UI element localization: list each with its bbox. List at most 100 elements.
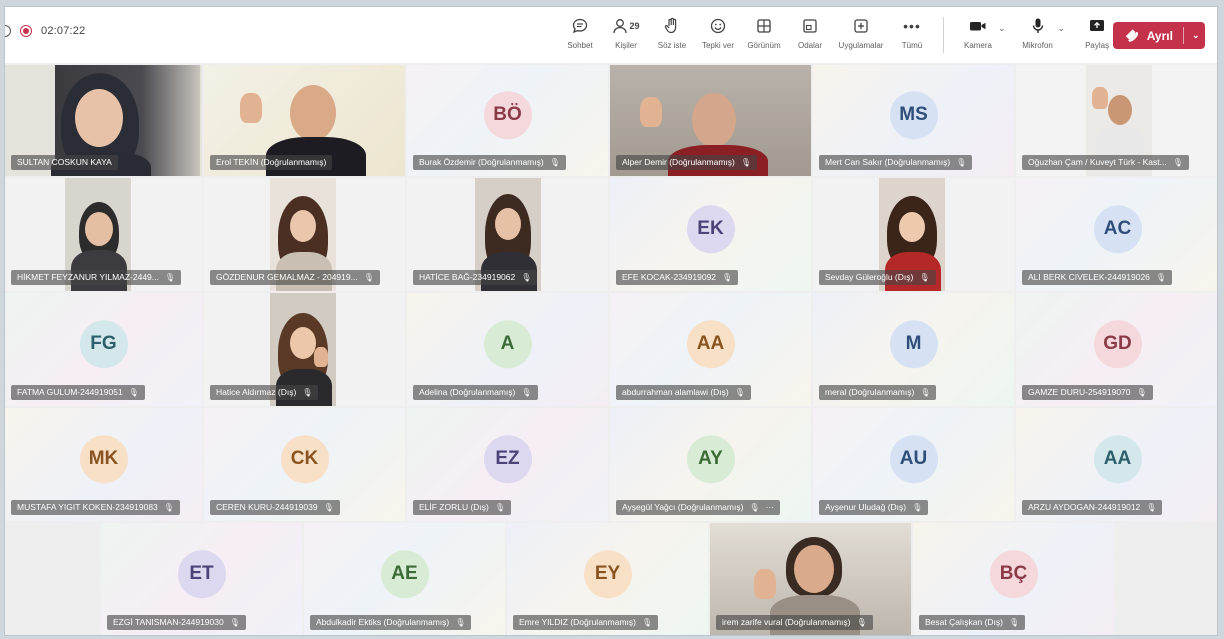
microphone-button[interactable]: Mikrofon <box>1012 13 1064 53</box>
participant-tile[interactable]: SULTAN COSKUN KAYA <box>5 65 202 176</box>
participant-name: Oğuzhan Çam / Kuveyt Türk - Kast... 🎙 <box>1022 155 1189 170</box>
mic-muted-icon: 🎙 <box>323 503 334 512</box>
participant-name: CEREN KURU-244919039 🎙 <box>210 500 340 515</box>
participant-tile[interactable]: MS Mert Can Sakır (Doğrulanmamış) 🎙 <box>813 65 1014 176</box>
apps-button[interactable]: Uygulamalar <box>833 13 889 53</box>
mic-muted-icon: 🎙 <box>521 388 532 397</box>
participant-tile[interactable]: AY Ayşegül Yağcı (Doğrulanmamış) 🎙 ··· <box>610 408 811 521</box>
camera-options-chevron-icon[interactable]: ⌄ <box>998 23 1006 53</box>
share-icon <box>1088 13 1106 39</box>
participant-tile[interactable]: AA abdurrahman alamlawi (Dış) 🎙 <box>610 293 811 406</box>
mic-muted-icon: 🎙 <box>722 273 733 282</box>
mic-muted-icon: 🎙 <box>1172 158 1183 167</box>
shield-icon <box>5 25 11 37</box>
avatar: BÇ <box>989 549 1038 598</box>
participant-tile[interactable]: GÖZDENUR GEMALMAZ - 204919... 🎙 <box>204 178 405 291</box>
participant-name: GAMZE DURU-254919070 🎙 <box>1022 385 1153 400</box>
leave-button[interactable]: ☎ Ayrıl ⌄ <box>1113 22 1205 49</box>
participant-tile[interactable]: irem zarife vural (Doğrulanmamış) 🎙 <box>710 523 911 635</box>
avatar: EY <box>583 549 632 598</box>
toolbar-divider <box>943 17 944 53</box>
mic-muted-icon: 🎙 <box>1146 503 1157 512</box>
rooms-icon <box>801 13 819 39</box>
participant-tile[interactable]: BÖ Burak Özdemir (Doğrulanmamış) 🎙 <box>407 65 608 176</box>
participant-name: Sevday Güleroğlu (Dış) 🎙 <box>819 270 936 285</box>
mic-muted-icon: 🎙 <box>956 158 967 167</box>
participant-count: 29 <box>629 21 640 31</box>
recording-indicator: 02:07:22 <box>5 25 85 37</box>
avatar: MK <box>79 434 128 483</box>
mic-muted-icon: 🎙 <box>912 503 923 512</box>
participant-tile[interactable]: M meral (Doğrulanmamış) 🎙 <box>813 293 1014 406</box>
participant-tile[interactable]: FG FATMA GULUM-244919051 🎙 <box>5 293 202 406</box>
mic-muted-icon: 🎙 <box>1008 618 1020 627</box>
chat-button[interactable]: Sohbet <box>557 13 603 53</box>
participant-tile[interactable]: A Adelina (Doğrulanmamış) 🎙 <box>407 293 608 406</box>
participant-tile[interactable]: AA ARZU AYDOGAN-244919012 🎙 <box>1016 408 1217 521</box>
more-icon: ••• <box>903 18 921 34</box>
microphone-options-chevron-icon[interactable]: ⌄ <box>1058 23 1066 53</box>
participant-name: Besat Çalışkan (Dış) 🎙 <box>919 615 1026 630</box>
mic-muted-icon: 🎙 <box>455 618 466 627</box>
avatar: A <box>483 319 532 368</box>
participant-tile[interactable]: CK CEREN KURU-244919039 🎙 <box>204 408 405 521</box>
participant-tile[interactable]: Erol TEKİN (Doğrulanmamış) <box>204 65 405 176</box>
chat-icon <box>571 13 589 39</box>
participant-name: GÖZDENUR GEMALMAZ - 204919... 🎙 <box>210 270 380 285</box>
participant-tile[interactable]: GD GAMZE DURU-254919070 🎙 <box>1016 293 1217 406</box>
leave-options-chevron-icon[interactable]: ⌄ <box>1192 30 1200 41</box>
participant-tile[interactable]: Sevday Güleroğlu (Dış) 🎙 <box>813 178 1014 291</box>
mic-muted-icon: 🎙 <box>740 158 752 167</box>
participant-tile[interactable]: EZ ELİF ZORLU (Dış) 🎙 <box>407 408 608 521</box>
mic-muted-icon: 🎙 <box>1136 388 1147 397</box>
people-icon: 29 <box>612 13 640 39</box>
participant-tile[interactable]: Oğuzhan Çam / Kuveyt Türk - Kast... 🎙 <box>1016 65 1217 176</box>
participant-tile[interactable]: AE Abdulkadir Ektiks (Doğrulanmamış) 🎙 <box>304 523 505 635</box>
participant-name: HATİCE BAĞ-234919062 🎙 <box>413 270 538 285</box>
reaction-button[interactable]: Tepki ver <box>695 13 741 53</box>
raise-hand-button[interactable]: Söz iste <box>649 13 695 53</box>
avatar: AC <box>1093 204 1142 253</box>
avatar: AU <box>889 434 938 483</box>
people-button[interactable]: 29 Kişiler <box>603 13 649 53</box>
participant-tile[interactable]: EY Emre YILDIZ (Doğrulanmamış) 🎙 <box>507 523 708 635</box>
mic-muted-icon: 🎙 <box>128 388 139 397</box>
participant-tile[interactable]: Alper Demir (Doğrulanmamış) 🎙 <box>610 65 811 176</box>
avatar: AY <box>686 434 735 483</box>
participant-tile[interactable]: MK MUSTAFA YIGIT KOKEN-234919083 🎙 <box>5 408 202 521</box>
mic-muted-icon: 🎙 <box>521 273 532 282</box>
participant-name: Burak Özdemir (Doğrulanmamış) 🎙 <box>413 155 566 170</box>
phone-hangup-icon: ☎ <box>1122 26 1141 45</box>
participant-name: MUSTAFA YIGIT KOKEN-234919083 🎙 <box>11 500 180 515</box>
participant-tile[interactable]: AU Ayşenur Uludağ (Dış) 🎙 <box>813 408 1014 521</box>
participant-tile[interactable]: BÇ Besat Çalışkan (Dış) 🎙 <box>913 523 1114 635</box>
participant-name: EZGİ TANISMAN-244919030 🎙 <box>107 615 246 630</box>
participant-name: SULTAN COSKUN KAYA <box>11 155 118 170</box>
reaction-icon <box>709 13 727 39</box>
more-button[interactable]: ••• Tümü <box>889 13 935 53</box>
camera-button[interactable]: Kamera <box>952 13 1004 53</box>
more-options-icon[interactable]: ··· <box>766 500 775 515</box>
avatar: CK <box>280 434 329 483</box>
participant-tile[interactable]: ET EZGİ TANISMAN-244919030 🎙 <box>101 523 302 635</box>
participant-name: ARZU AYDOGAN-244919012 🎙 <box>1022 500 1163 515</box>
mic-muted-icon: 🎙 <box>920 388 931 397</box>
meeting-toolbar: 02:07:22 Sohbet 29 Kişiler Söz iste Tepk… <box>5 7 1217 63</box>
avatar: ET <box>177 549 226 598</box>
participant-tile[interactable]: AC ALI BERK CIVELEK-244919026 🎙 <box>1016 178 1217 291</box>
meeting-timer: 02:07:22 <box>41 25 86 37</box>
apps-icon <box>852 13 870 39</box>
participant-tile[interactable]: Hatice Aldırmaz (Dış) 🎙 <box>204 293 405 406</box>
mic-muted-icon: 🎙 <box>549 158 560 167</box>
participant-name: HİKMET FEYZANUR YILMAZ-2449... 🎙 <box>11 270 182 285</box>
participant-tile[interactable]: EK EFE KOCAK-234919092 🎙 <box>610 178 811 291</box>
mic-muted-icon: 🎙 <box>302 388 313 397</box>
view-button[interactable]: Görünüm <box>741 13 787 53</box>
participant-tile[interactable]: HİKMET FEYZANUR YILMAZ-2449... 🎙 <box>5 178 202 291</box>
rooms-button[interactable]: Odalar <box>787 13 833 53</box>
participant-tile[interactable]: HATİCE BAĞ-234919062 🎙 <box>407 178 608 291</box>
avatar: AA <box>1093 434 1142 483</box>
leave-divider <box>1182 27 1184 44</box>
avatar: AA <box>686 319 735 368</box>
recording-dot-icon <box>20 25 32 37</box>
